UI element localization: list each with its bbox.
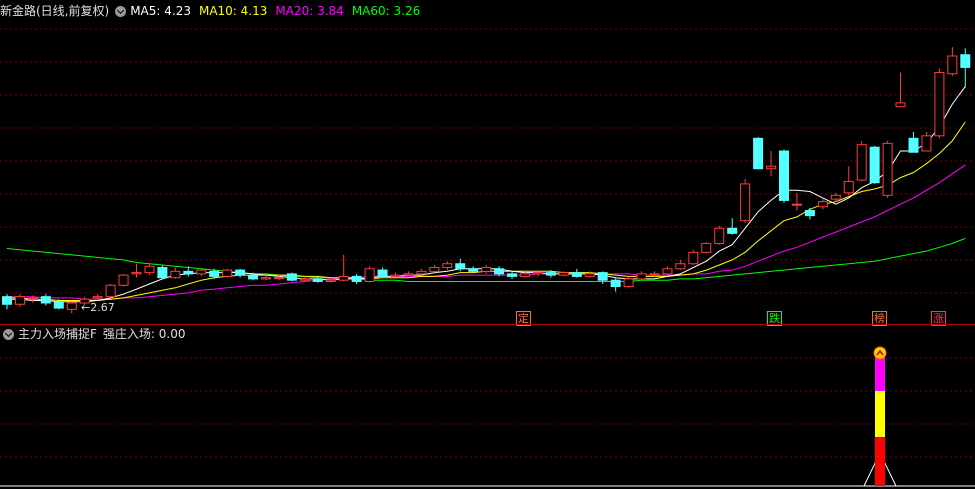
candle-body-28: [364, 268, 375, 282]
candle-body-65: [843, 180, 854, 194]
candle-body-68: [882, 142, 893, 196]
candle-body-58: [753, 137, 764, 170]
candle-body-64: [830, 194, 841, 200]
candle-body-36: [468, 268, 479, 272]
candle-body-24: [312, 278, 323, 282]
arrow-up-icon: [873, 346, 887, 360]
candle-body-52: [675, 263, 686, 270]
candle-body-18: [235, 269, 246, 276]
candle-body-60: [779, 150, 789, 201]
candle-body-11: [144, 265, 155, 274]
ma20-line: [7, 164, 966, 300]
candle-body-71: [921, 135, 932, 152]
candle-body-53: [688, 251, 699, 265]
candle-body-4: [53, 301, 64, 309]
low-price-marker: ←2.67: [81, 301, 115, 314]
candle-body-0: [2, 296, 12, 305]
candle-body-66: [856, 144, 867, 181]
candle-body-44: [571, 272, 582, 277]
candle-body-5: [66, 302, 77, 310]
candle-body-74: [960, 54, 971, 68]
candle-body-13: [170, 270, 181, 279]
candle-body-73: [947, 55, 958, 75]
candle-body-8: [105, 284, 116, 298]
candle-body-27: [351, 275, 362, 282]
candle-body-38: [494, 268, 505, 275]
candle-body-3: [40, 296, 51, 304]
candle-body-31: [403, 273, 414, 276]
candle-body-54: [701, 242, 712, 253]
indicator-chart[interactable]: [0, 325, 975, 489]
candle-body-48: [623, 278, 634, 288]
candle-body-12: [157, 267, 168, 279]
signal-bar-red: [875, 437, 885, 486]
candle-body-19: [248, 274, 259, 280]
candle-body-45: [584, 273, 595, 277]
candle-body-26: [338, 275, 349, 281]
signal-bar-magenta: [875, 355, 885, 391]
candle-body-41: [532, 272, 543, 275]
candle-body-34: [442, 263, 453, 269]
candle-body-22: [286, 273, 297, 281]
candle-body-16: [209, 270, 220, 277]
candle-body-33: [429, 267, 440, 272]
signal-bar-yellow: [875, 391, 885, 437]
candle-body-15: [196, 269, 207, 275]
candle-body-2: [27, 297, 38, 300]
candle-body-9: [118, 274, 129, 286]
candle-body-56: [727, 227, 738, 234]
candlestick-chart[interactable]: [0, 0, 975, 324]
candle-body-55: [714, 227, 725, 244]
candle-body-17: [222, 269, 233, 277]
candle-body-40: [520, 273, 530, 277]
candle-body-49: [636, 273, 647, 280]
candle-body-29: [377, 269, 388, 277]
candle-body-62: [804, 210, 815, 217]
candle-body-1: [14, 296, 25, 305]
candle-body-7: [92, 296, 103, 299]
candle-body-20: [261, 277, 271, 280]
candle-body-10: [131, 272, 142, 275]
low-price-value: 2.67: [90, 301, 115, 314]
candle-body-30: [390, 274, 401, 277]
candle-body-70: [908, 137, 919, 153]
candle-body-69: [895, 102, 906, 108]
candle-body-32: [416, 270, 427, 275]
candle-body-39: [507, 273, 518, 277]
candle-body-35: [455, 263, 466, 270]
candle-body-14: [183, 270, 194, 275]
candle-body-47: [610, 279, 621, 288]
candle-body-25: [325, 279, 336, 282]
candle-body-67: [869, 146, 880, 184]
candle-body-57: [740, 183, 751, 222]
candle-body-50: [649, 273, 660, 276]
candle-body-21: [273, 277, 284, 280]
candle-body-43: [558, 272, 569, 276]
candle-body-63: [817, 201, 828, 208]
candle-body-61: [791, 203, 802, 206]
candle-body-51: [662, 268, 673, 275]
candle-body-72: [934, 71, 945, 137]
candle-body-46: [597, 272, 608, 281]
candle-body-37: [481, 267, 492, 272]
candle-body-23: [299, 278, 310, 281]
candle-body-42: [545, 272, 556, 276]
candle-body-59: [766, 165, 777, 170]
